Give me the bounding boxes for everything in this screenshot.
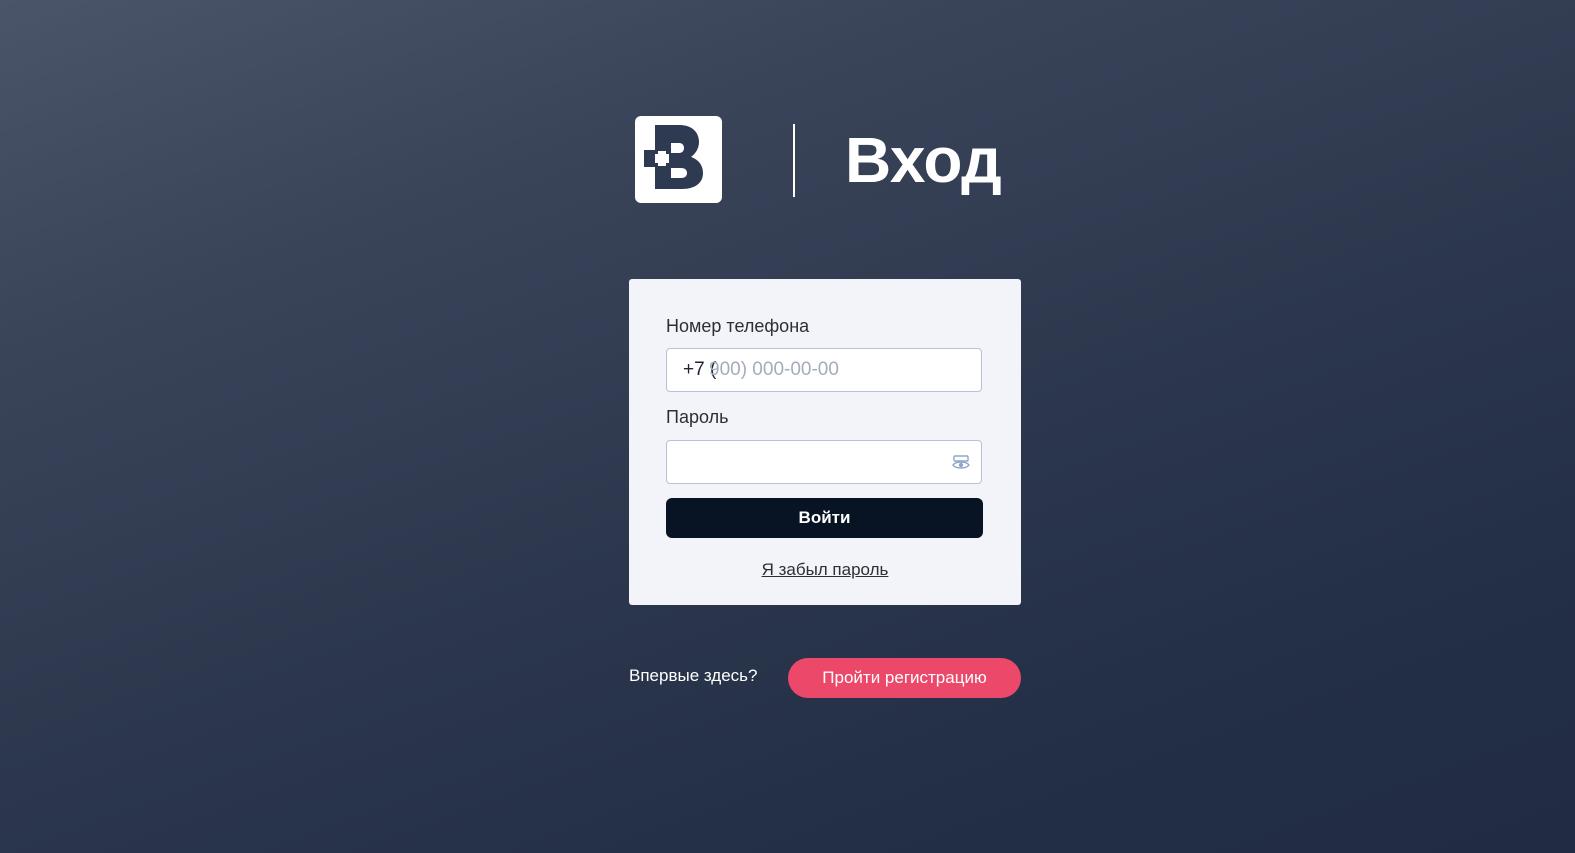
header-divider bbox=[793, 124, 795, 197]
register-button[interactable]: Пройти регистрацию bbox=[788, 658, 1021, 698]
page-title: Вход bbox=[845, 124, 1002, 196]
phone-label: Номер телефона bbox=[666, 316, 810, 336]
password-label: Пароль bbox=[666, 407, 729, 427]
app-logo bbox=[635, 116, 722, 203]
eye-icon[interactable] bbox=[951, 453, 971, 473]
login-button[interactable]: Войти bbox=[666, 498, 983, 538]
phone-input[interactable]: +7 ( 900) 000-00-00 bbox=[666, 348, 982, 392]
phone-placeholder: 900) 000-00-00 bbox=[709, 359, 839, 380]
first-time-prompt: Впервые здесь? bbox=[629, 666, 758, 685]
forgot-password-link[interactable]: Я забыл пароль bbox=[629, 560, 1021, 580]
plus-b-logo-icon bbox=[644, 125, 703, 189]
login-card: Номер телефона +7 ( 900) 000-00-00 Парол… bbox=[629, 279, 1021, 605]
password-input[interactable] bbox=[666, 440, 982, 484]
